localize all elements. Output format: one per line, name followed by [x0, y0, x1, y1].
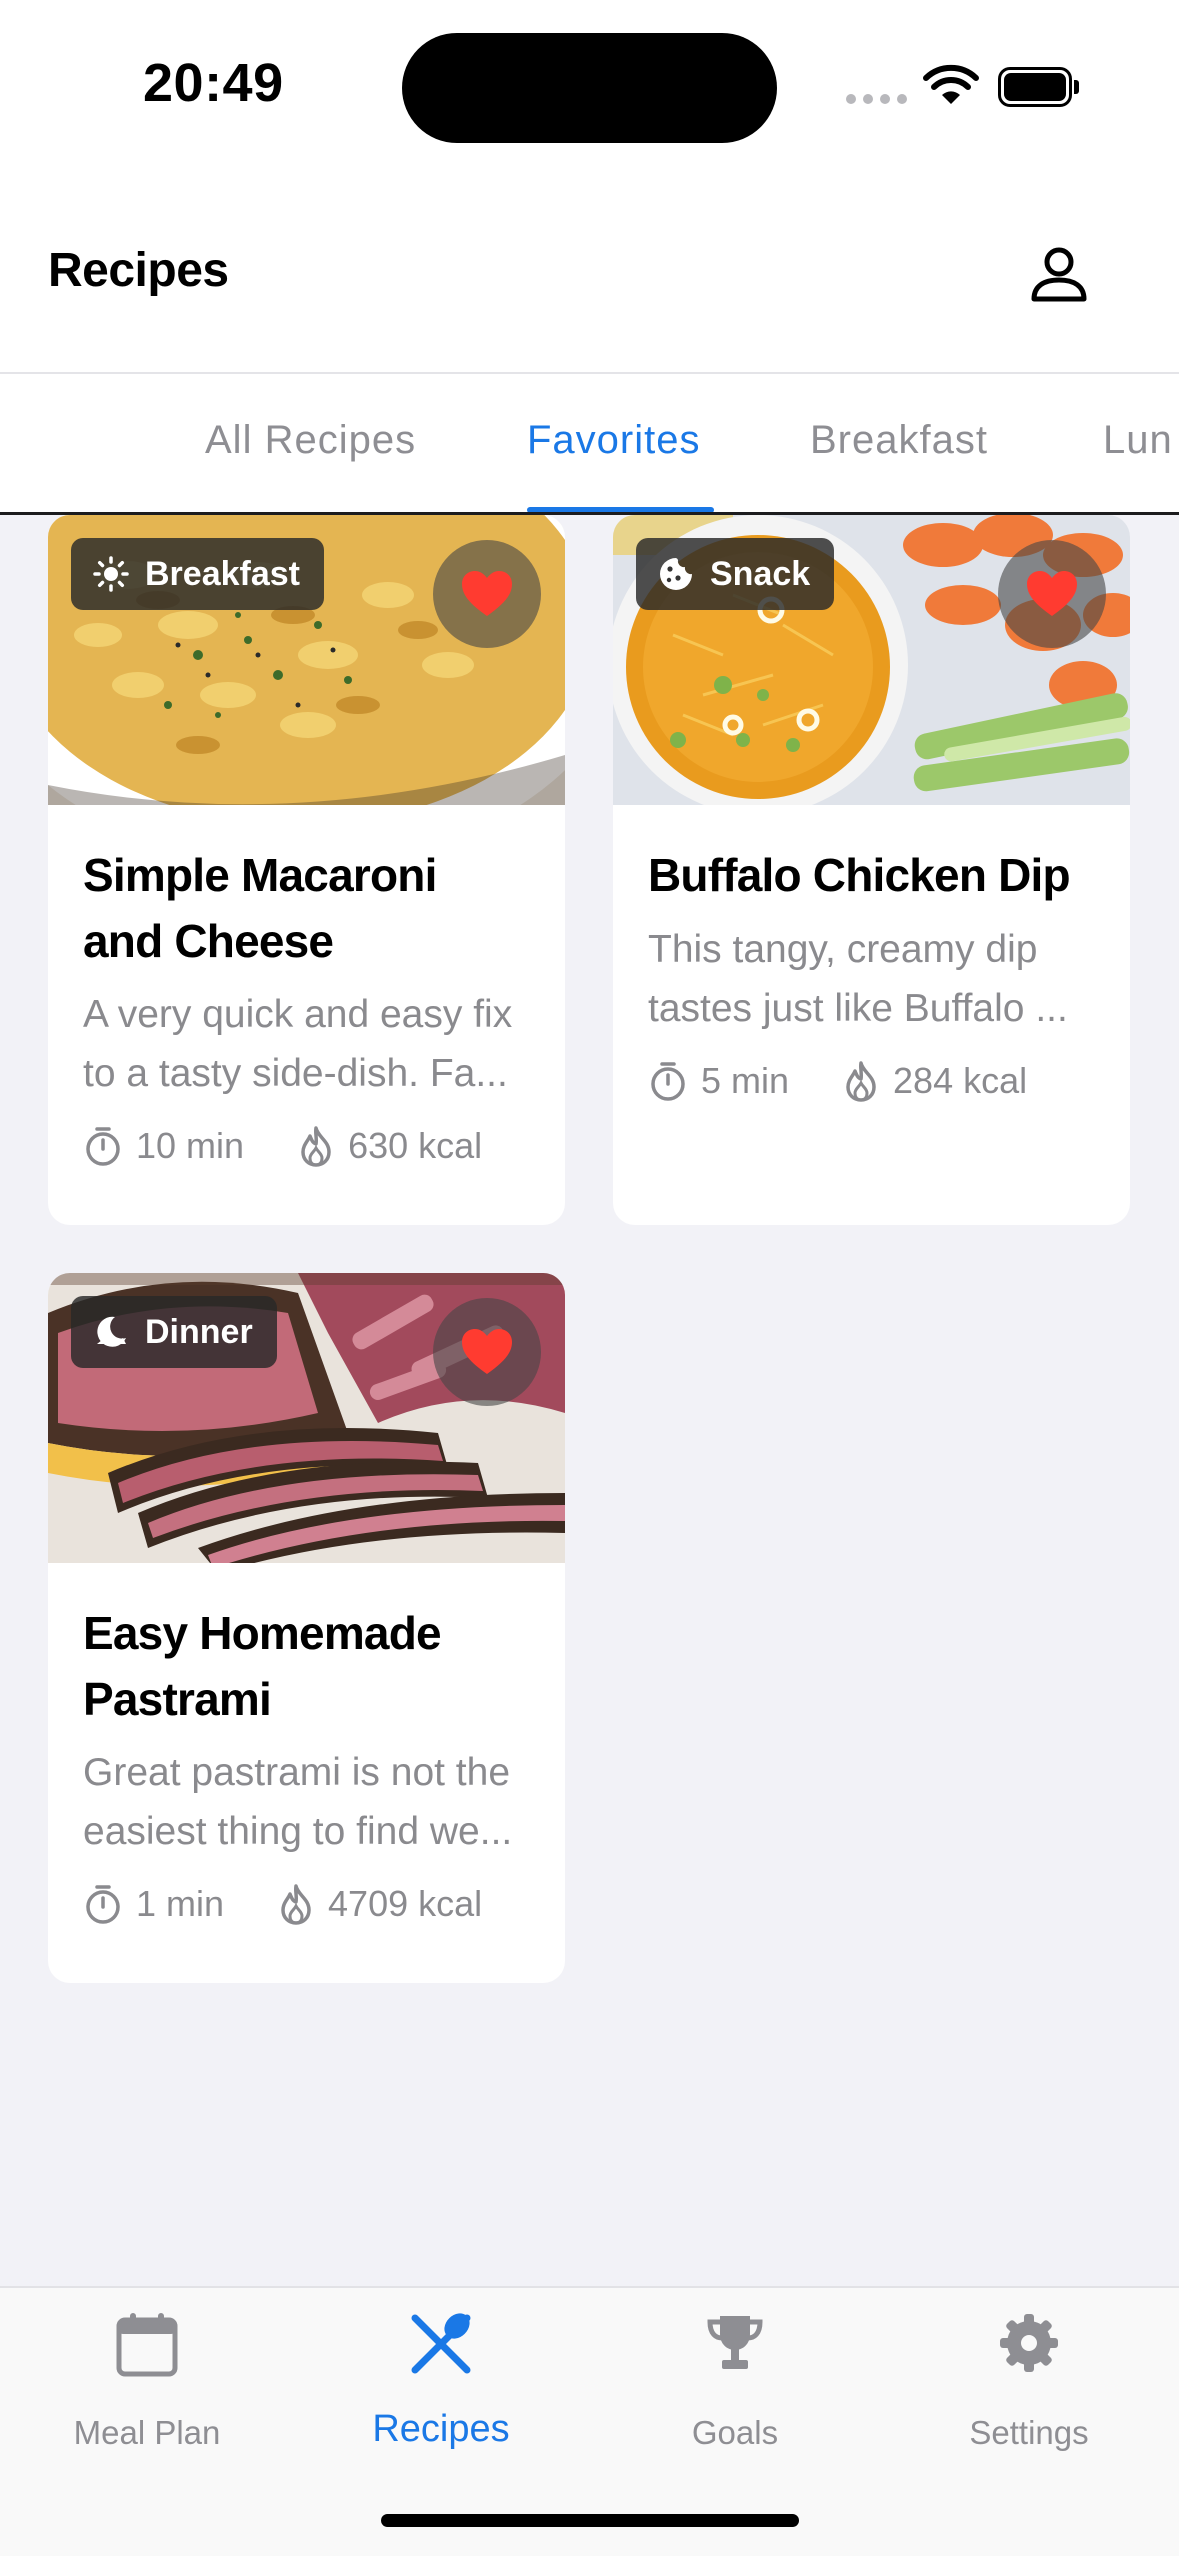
person-icon[interactable] — [1028, 244, 1090, 306]
cellular-signal-icon — [846, 94, 907, 104]
moon-icon — [97, 1316, 126, 1347]
battery-icon — [998, 67, 1079, 107]
dynamic-island — [402, 33, 777, 143]
timer-icon — [86, 1127, 120, 1166]
category-label: Breakfast — [145, 554, 300, 593]
recipe-title[interactable]: Easy Homemade Pastrami — [83, 1600, 543, 1732]
recipe-card[interactable]: Breakfast Simple Macaroni and Cheese A v… — [48, 515, 565, 1225]
heart-icon — [1027, 571, 1077, 616]
favorite-button[interactable] — [433, 540, 541, 648]
recipe-card[interactable]: Dinner Easy Homemade Pastrami Great past… — [48, 1273, 565, 1983]
top-bar: 20:49 Recipes — [0, 0, 1179, 372]
recipe-description: Great pastrami is not the easiest thing … — [83, 1751, 513, 1853]
timer-icon — [651, 1062, 685, 1101]
wifi-icon — [923, 64, 979, 104]
category-badge: Dinner — [71, 1296, 277, 1368]
recipe-calories: 4709 kcal — [328, 1883, 483, 1924]
recipe-calories: 284 kcal — [893, 1060, 1028, 1101]
calendar-icon — [116, 2313, 178, 2377]
active-tab-indicator — [527, 507, 714, 512]
page-title: Recipes — [48, 244, 229, 297]
sun-icon — [93, 556, 129, 592]
recipe-title[interactable]: Simple Macaroni and Cheese — [83, 842, 543, 974]
recipe-time: 5 min — [701, 1060, 790, 1101]
fork-knife-icon — [411, 2313, 471, 2374]
flame-icon — [846, 1061, 876, 1102]
recipe-time: 10 min — [136, 1125, 245, 1166]
recipe-calories: 630 kcal — [348, 1125, 483, 1166]
cookie-icon — [660, 558, 692, 590]
recipe-description: This tangy, creamy dip tastes just like … — [648, 928, 1068, 1030]
category-badge: Snack — [636, 538, 835, 610]
heart-icon — [462, 571, 512, 616]
tabbar-item-settings[interactable]: Settings — [882, 2288, 1176, 2488]
recipe-meta: 5 min 284 kcal — [649, 1060, 1081, 1102]
tab-all-recipes[interactable]: All Recipes — [205, 418, 416, 463]
tabbar-item-meal-plan[interactable]: Meal Plan — [0, 2288, 294, 2488]
status-time: 20:49 — [143, 53, 284, 113]
timer-icon — [86, 1885, 120, 1924]
category-tabs: All Recipes Favorites Breakfast Lun — [0, 372, 1179, 515]
recipe-time: 1 min — [136, 1883, 225, 1924]
category-label: Snack — [710, 554, 811, 593]
category-label: Dinner — [145, 1312, 253, 1351]
favorite-button[interactable] — [998, 540, 1106, 648]
trophy-icon — [707, 2316, 763, 2369]
tabbar-item-goals[interactable]: Goals — [588, 2288, 882, 2488]
recipe-meta: 10 min 630 kcal — [84, 1125, 536, 1167]
recipe-meta: 1 min 4709 kcal — [84, 1883, 536, 1925]
tab-breakfast[interactable]: Breakfast — [810, 418, 988, 463]
recipe-card[interactable]: Snack Buffalo Chicken Dip This tangy, cr… — [613, 515, 1130, 1225]
recipe-title[interactable]: Buffalo Chicken Dip — [648, 842, 1108, 908]
heart-icon — [462, 1329, 512, 1374]
flame-icon — [281, 1884, 311, 1925]
gear-icon — [1000, 2314, 1058, 2372]
tab-lunch[interactable]: Lun — [1103, 418, 1173, 463]
category-badge: Breakfast — [71, 538, 324, 610]
home-indicator[interactable] — [381, 2514, 799, 2527]
favorite-button[interactable] — [433, 1298, 541, 1406]
recipe-description: A very quick and easy fix to a tasty sid… — [83, 993, 513, 1095]
tab-favorites[interactable]: Favorites — [527, 418, 701, 463]
tabbar-item-recipes[interactable]: Recipes — [294, 2288, 588, 2488]
flame-icon — [301, 1126, 331, 1167]
